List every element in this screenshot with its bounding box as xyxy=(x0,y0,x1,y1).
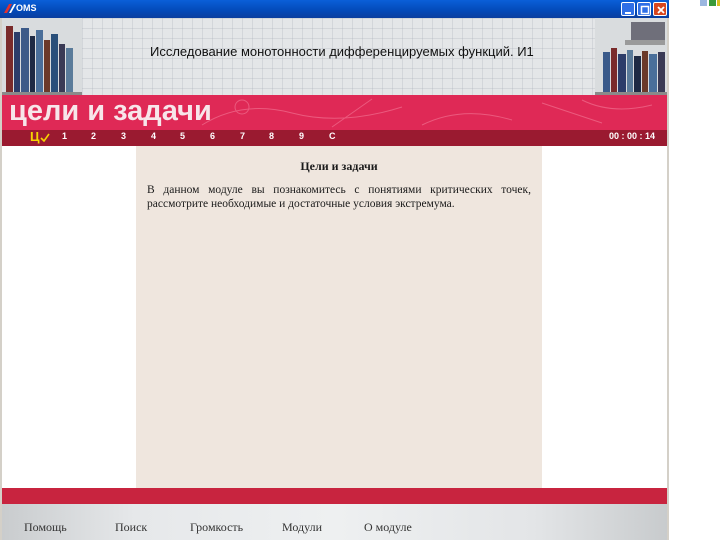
module-header: Исследование монотонности дифференцируем… xyxy=(2,18,667,95)
section-banner: цели и задачи xyxy=(2,95,667,130)
minimize-button[interactable] xyxy=(621,2,635,16)
nav-item-control[interactable]: С xyxy=(329,131,336,141)
close-button[interactable] xyxy=(653,2,667,16)
nav-item-7[interactable]: 7 xyxy=(240,131,245,141)
module-title: Исследование монотонности дифференцируем… xyxy=(150,44,534,59)
content-heading: Цели и задачи xyxy=(300,159,378,173)
nav-item-2[interactable]: 2 xyxy=(91,131,96,141)
window-titlebar[interactable]: OMS xyxy=(0,0,669,18)
system-tray-icons xyxy=(700,0,720,6)
close-icon xyxy=(657,6,665,14)
page-navigation-bar: Ц 1 2 3 4 5 6 7 8 9 С 00 : 00 : 14 xyxy=(2,129,667,146)
formula-decoration-image xyxy=(201,98,653,128)
app-window: OMS Исследование монотонности дифференци… xyxy=(0,0,669,540)
maximize-icon xyxy=(640,5,650,15)
maximize-button[interactable] xyxy=(637,2,651,16)
nav-item-goals[interactable]: Ц xyxy=(30,129,40,144)
modules-button[interactable]: Модули xyxy=(282,520,322,535)
nav-item-1[interactable]: 1 xyxy=(62,131,67,141)
footer-divider-bar xyxy=(2,488,667,504)
nav-item-3[interactable]: 3 xyxy=(121,131,126,141)
content-body-text: В данном модуле вы познакомитесь с понят… xyxy=(147,184,531,210)
content-panel: Цели и задачи В данном модуле вы познако… xyxy=(136,146,542,488)
about-module-button[interactable]: О модуле xyxy=(364,520,412,535)
nav-item-9[interactable]: 9 xyxy=(299,131,304,141)
search-button[interactable]: Поиск xyxy=(115,520,147,535)
nav-item-5[interactable]: 5 xyxy=(180,131,185,141)
screen: OMS Исследование монотонности дифференци… xyxy=(0,0,720,540)
volume-button[interactable]: Громкость xyxy=(190,520,243,535)
nav-item-8[interactable]: 8 xyxy=(269,131,274,141)
help-button[interactable]: Помощь xyxy=(24,520,67,535)
minimize-icon xyxy=(625,12,631,14)
app-logo-icon xyxy=(4,4,16,13)
bookshelf-left-image xyxy=(2,18,82,95)
nav-item-4[interactable]: 4 xyxy=(151,131,156,141)
bookshelf-right-image xyxy=(595,18,667,95)
nav-item-6[interactable]: 6 xyxy=(210,131,215,141)
checkmark-icon xyxy=(40,133,50,142)
section-title: цели и задачи xyxy=(9,95,212,127)
elapsed-timer: 00 : 00 : 14 xyxy=(609,131,656,141)
window-title: OMS xyxy=(16,3,37,13)
footer-toolbar: Помощь Поиск Громкость Модули О модуле xyxy=(2,504,667,540)
